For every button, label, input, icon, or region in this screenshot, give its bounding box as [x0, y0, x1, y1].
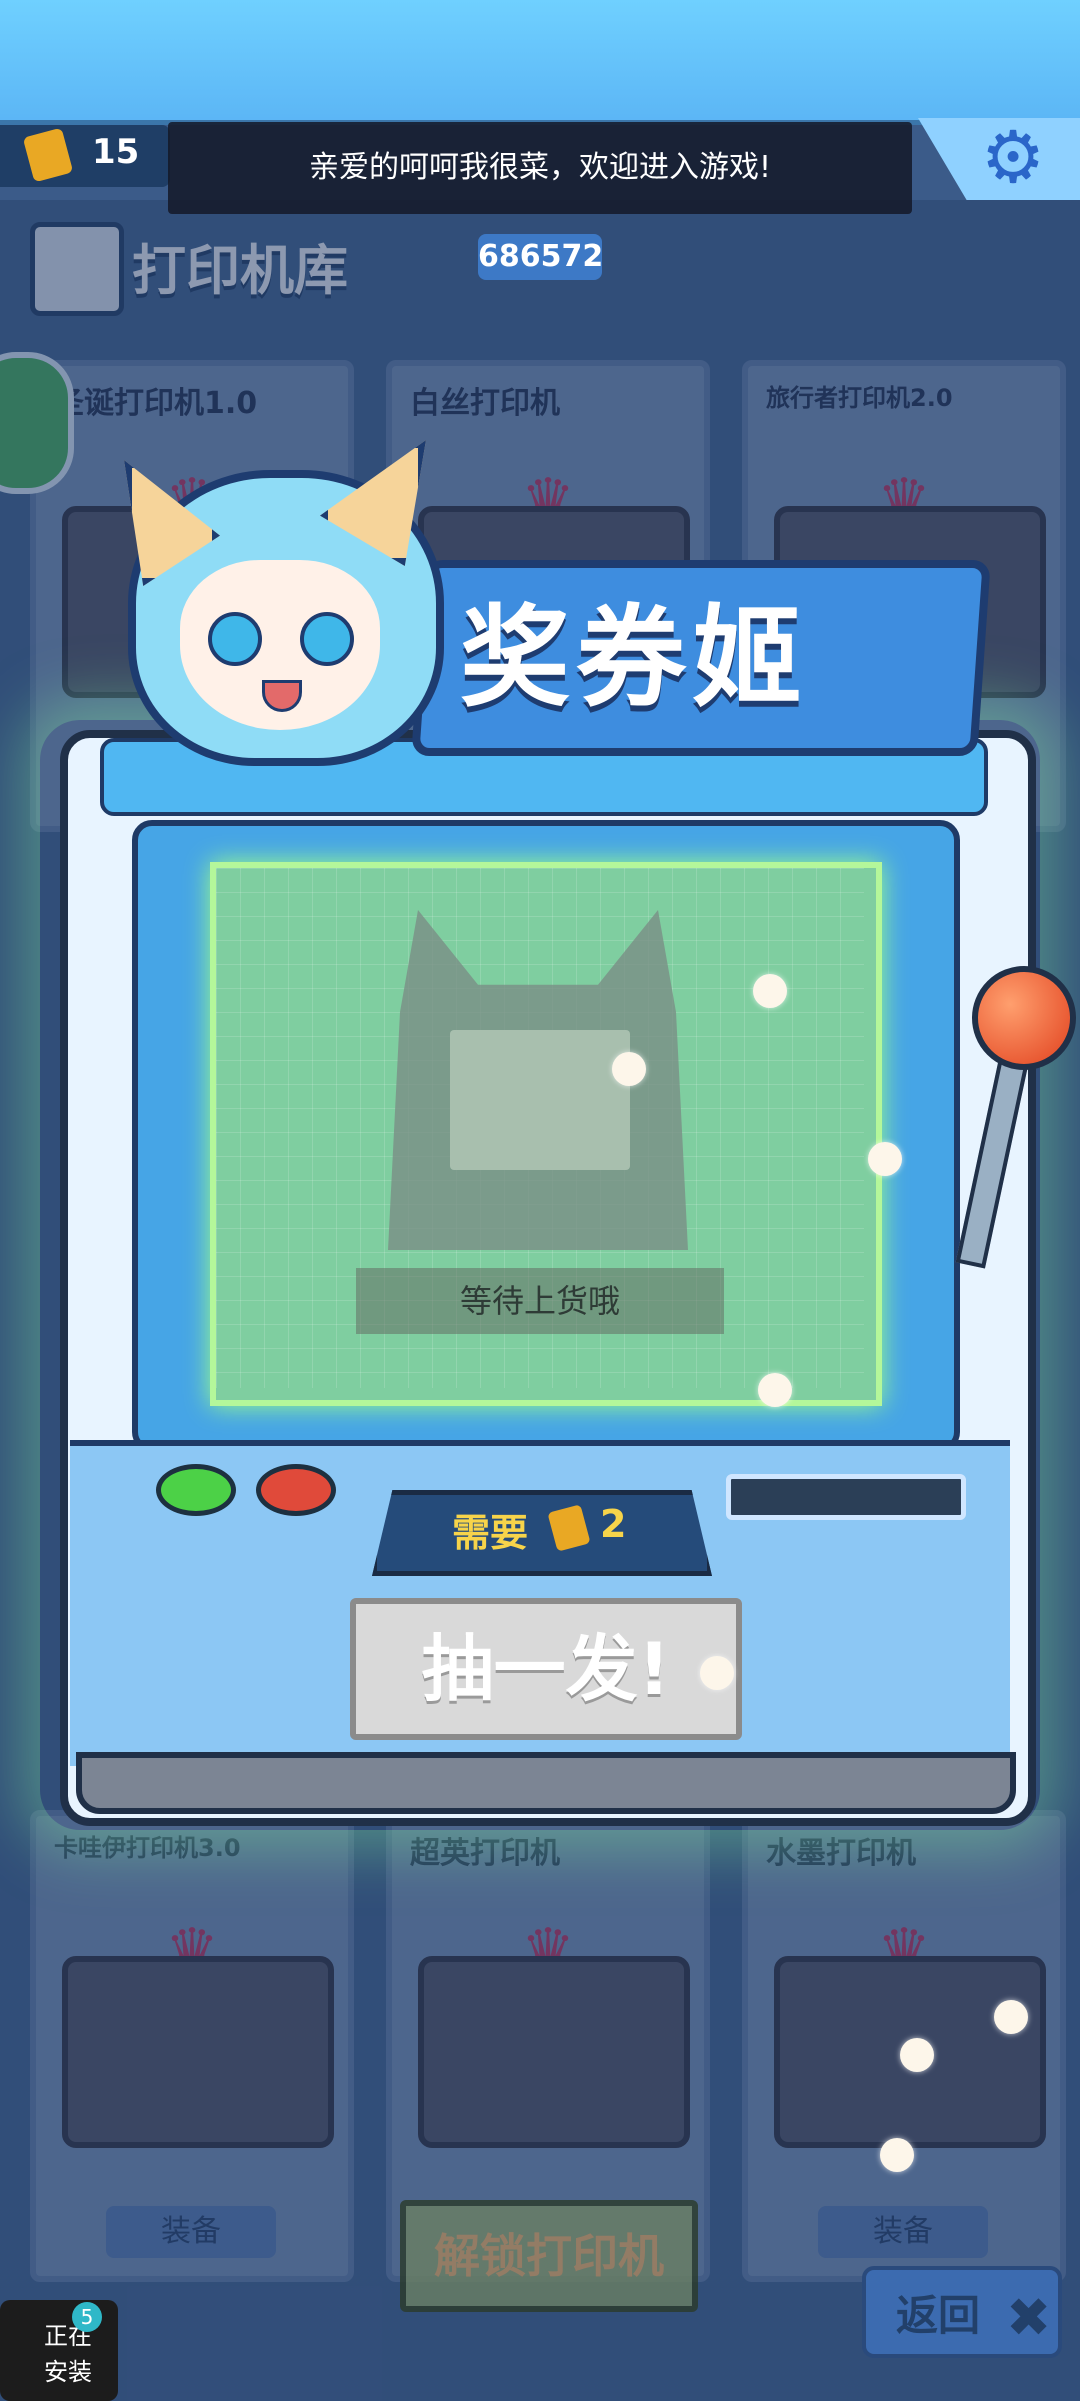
coin-slot: [726, 1474, 966, 1520]
machine-title: 奖券姬: [460, 594, 808, 722]
ticket-count: 15: [92, 132, 140, 172]
lever-knob[interactable]: [972, 966, 1076, 1070]
sparkle-particle: [758, 1373, 792, 1407]
cost-panel: [372, 1490, 712, 1576]
sparkle-particle: [994, 2000, 1028, 2034]
sparkle-particle: [612, 1052, 646, 1086]
screen-status: 等待上货哦: [356, 1268, 724, 1334]
sparkle-particle: [700, 1656, 734, 1690]
cost-label: 需要: [452, 1511, 529, 1555]
ticket-counter: [0, 125, 170, 187]
red-button[interactable]: [256, 1464, 336, 1516]
welcome-toast: 亲爱的呵呵我很菜，欢迎进入游戏!: [168, 122, 912, 214]
cost-count: 2: [600, 1502, 627, 1546]
sparkle-particle: [868, 1142, 902, 1176]
green-button[interactable]: [156, 1464, 236, 1516]
sparkle-particle: [753, 974, 787, 1008]
back-icon[interactable]: ✖: [1006, 2286, 1051, 2349]
sky-band: [0, 0, 1080, 125]
unlock-printer-button[interactable]: 解锁打印机: [400, 2200, 698, 2312]
pixel-character-face: [450, 1030, 630, 1170]
sparkle-particle: [900, 2038, 934, 2072]
mascot-eye: [208, 612, 262, 666]
score-display: 686572: [478, 234, 603, 280]
draw-button[interactable]: 抽一发!: [350, 1598, 742, 1740]
mascot-eye: [300, 612, 354, 666]
sparkle-particle: [880, 2138, 914, 2172]
gear-icon[interactable]: ⚙: [978, 121, 1048, 193]
machine-base: [76, 1752, 1016, 1814]
install-badge: 5: [72, 2302, 102, 2332]
